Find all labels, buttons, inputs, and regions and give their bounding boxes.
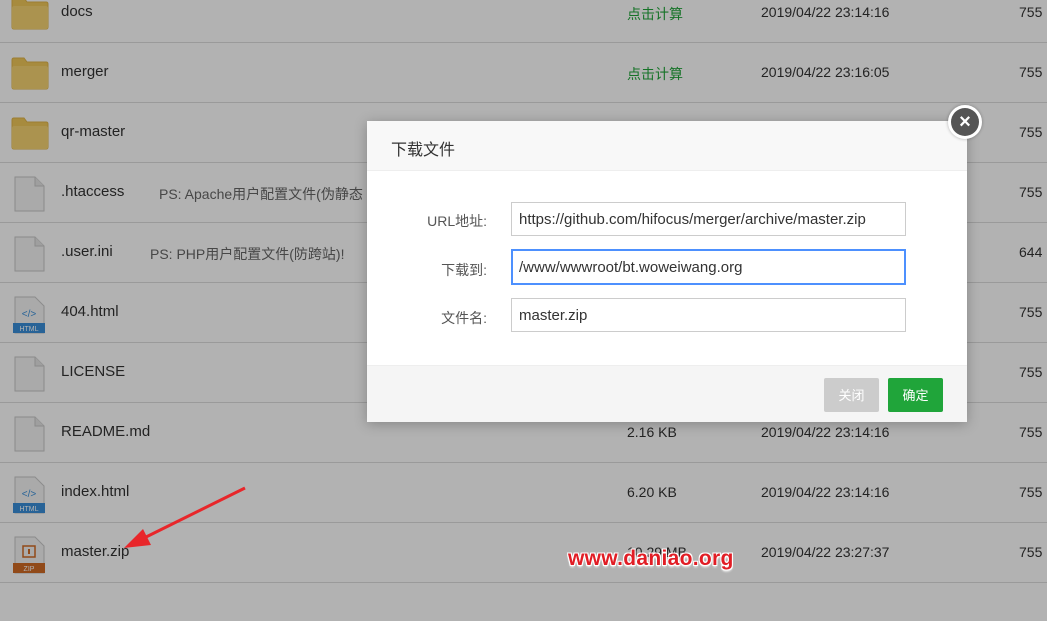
close-button[interactable]: 关闭 [824, 378, 879, 412]
watermark: www.daniao.org [568, 547, 734, 570]
dialog-footer: 关闭 确定 [367, 365, 967, 422]
download-path-input[interactable] [511, 249, 906, 285]
dialog-header: 下载文件 [367, 121, 967, 171]
dialog-close-button[interactable]: × [948, 105, 982, 139]
download-file-dialog: 下载文件 URL地址: 下载到: 文件名: 关闭 确定 [367, 121, 967, 422]
confirm-button[interactable]: 确定 [888, 378, 943, 412]
close-icon: × [951, 108, 979, 136]
filename-label: 文件名: [441, 310, 487, 326]
dialog-title: 下载文件 [391, 142, 456, 159]
url-label: URL地址: [427, 213, 487, 229]
filename-input[interactable] [511, 298, 906, 332]
download-path-label: 下载到: [441, 262, 487, 278]
url-input[interactable] [511, 202, 906, 236]
